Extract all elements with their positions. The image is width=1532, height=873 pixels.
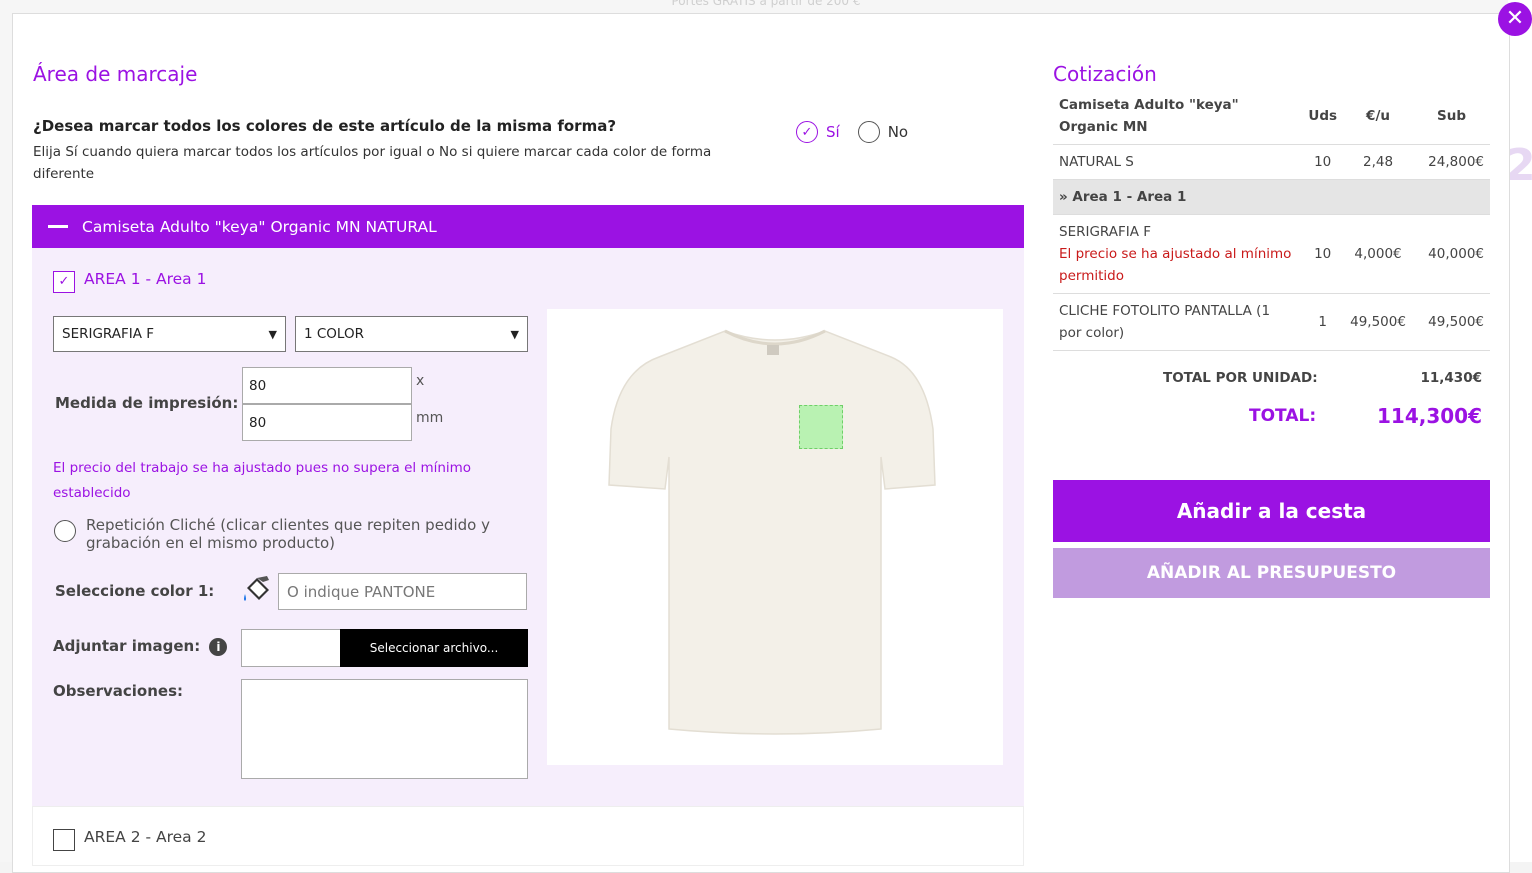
observations-label: Observaciones: [53, 682, 183, 700]
minimum-price-note: El precio del trabajo se ha ajustado pue… [53, 456, 513, 506]
table-row: SERIGRAFIA F El precio se ha ajustado al… [1053, 215, 1490, 294]
table-row: NATURAL S 10 2,48 24,800€ [1053, 145, 1490, 180]
quote-table: Camiseta Adulto "keya" Organic MN Uds €/… [1053, 88, 1490, 351]
row-name-cell: SERIGRAFIA F El precio se ha ajustado al… [1053, 215, 1302, 294]
quote-header-row: Camiseta Adulto "keya" Organic MN Uds €/… [1053, 88, 1490, 145]
info-icon[interactable]: i [209, 638, 227, 656]
print-area-marker[interactable] [799, 405, 843, 449]
observations-textarea[interactable] [241, 679, 528, 779]
radio-empty-icon [54, 520, 76, 542]
area1-label: AREA 1 - Area 1 [84, 270, 206, 288]
row-price: 49,500€ [1343, 294, 1413, 351]
colors-value: 1 COLOR [304, 326, 364, 342]
print-size-label: Medida de impresión: [55, 394, 238, 412]
colors-select[interactable]: 1 COLOR ▼ [295, 316, 528, 352]
row-warning: El precio se ha ajustado al mínimo permi… [1059, 243, 1296, 287]
row-units: 10 [1302, 215, 1343, 294]
paint-bucket-icon[interactable] [241, 574, 273, 606]
area2-checkbox[interactable] [53, 829, 75, 851]
row-price: 4,000€ [1343, 215, 1413, 294]
option-no-label: No [888, 123, 908, 141]
col-product: Camiseta Adulto "keya" Organic MN [1053, 88, 1302, 145]
row-price: 2,48 [1343, 145, 1413, 180]
option-no[interactable]: No [858, 121, 908, 143]
total-value: 114,300€ [1377, 404, 1482, 428]
select-file-button[interactable]: Seleccionar archivo... [340, 629, 528, 667]
section-row: » Area 1 - Area 1 [1053, 180, 1490, 215]
row-units: 10 [1302, 145, 1343, 180]
chevron-down-icon: ▼ [511, 328, 519, 341]
same-marking-options: ✓ Sí No [796, 121, 908, 143]
col-unit-price: €/u [1343, 88, 1413, 145]
total-per-unit-label: TOTAL POR UNIDAD: [1163, 370, 1318, 386]
same-marking-question: ¿Desea marcar todos los colores de este … [33, 117, 616, 135]
row-sub: 49,500€ [1413, 294, 1490, 351]
technique-value: SERIGRAFIA F [62, 326, 154, 342]
color-select-label: Seleccione color 1: [55, 582, 214, 600]
quote-title: Cotización [1053, 62, 1157, 86]
option-si[interactable]: ✓ Sí [796, 121, 840, 143]
row-sub: 40,000€ [1413, 215, 1490, 294]
total-label: TOTAL: [1249, 406, 1316, 426]
attach-image-text: Adjuntar imagen: [53, 637, 200, 655]
repeat-cliche-label: Repetición Cliché (clicar clientes que r… [86, 516, 524, 552]
pantone-input[interactable]: O indique PANTONE [278, 573, 527, 610]
file-name-display [241, 629, 341, 667]
close-icon[interactable]: ✕ [1498, 2, 1532, 36]
row-name: NATURAL S [1053, 145, 1302, 180]
row-units: 1 [1302, 294, 1343, 351]
radio-checked-icon: ✓ [796, 121, 818, 143]
marking-area-title: Área de marcaje [33, 62, 197, 86]
product-panel-title: Camiseta Adulto "keya" Organic MN NATURA… [82, 218, 437, 236]
product-preview [547, 309, 1003, 765]
col-units: Uds [1302, 88, 1343, 145]
tshirt-image [547, 309, 1003, 765]
repeat-cliche-option[interactable]: Repetición Cliché (clicar clientes que r… [54, 516, 524, 552]
area1-checkbox[interactable]: ✓ [53, 271, 75, 293]
product-panel-header[interactable]: Camiseta Adulto "keya" Organic MN NATURA… [32, 205, 1024, 248]
option-si-label: Sí [826, 123, 840, 141]
section-label: » Area 1 - Area 1 [1053, 180, 1490, 215]
shipping-banner: Portes GRATIS a partir de 200 € [0, 0, 1532, 8]
row-sub: 24,800€ [1413, 145, 1490, 180]
unit-label: mm [416, 410, 443, 426]
add-to-budget-button[interactable]: AÑADIR AL PRESUPUESTO [1053, 548, 1490, 598]
height-input[interactable]: 80 [242, 404, 412, 441]
same-marking-description: Elija Sí cuando quiera marcar todos los … [33, 141, 753, 185]
attach-image-label: Adjuntar imagen: i [53, 637, 227, 656]
row-name: SERIGRAFIA F [1059, 221, 1296, 243]
collapse-icon [48, 225, 68, 228]
background-page-edge [1508, 0, 1532, 862]
area2-label: AREA 2 - Area 2 [84, 828, 206, 846]
width-input[interactable]: 80 [242, 367, 412, 404]
total-per-unit-value: 11,430€ [1421, 370, 1483, 386]
row-name: CLICHE FOTOLITO PANTALLA (1 por color) [1053, 294, 1302, 351]
radio-empty-icon [858, 121, 880, 143]
technique-select[interactable]: SERIGRAFIA F ▼ [53, 316, 286, 352]
chevron-down-icon: ▼ [269, 328, 277, 341]
table-row: CLICHE FOTOLITO PANTALLA (1 por color) 1… [1053, 294, 1490, 351]
add-to-cart-button[interactable]: Añadir a la cesta [1053, 480, 1490, 542]
col-sub: Sub [1413, 88, 1490, 145]
x-separator: x [416, 373, 424, 389]
